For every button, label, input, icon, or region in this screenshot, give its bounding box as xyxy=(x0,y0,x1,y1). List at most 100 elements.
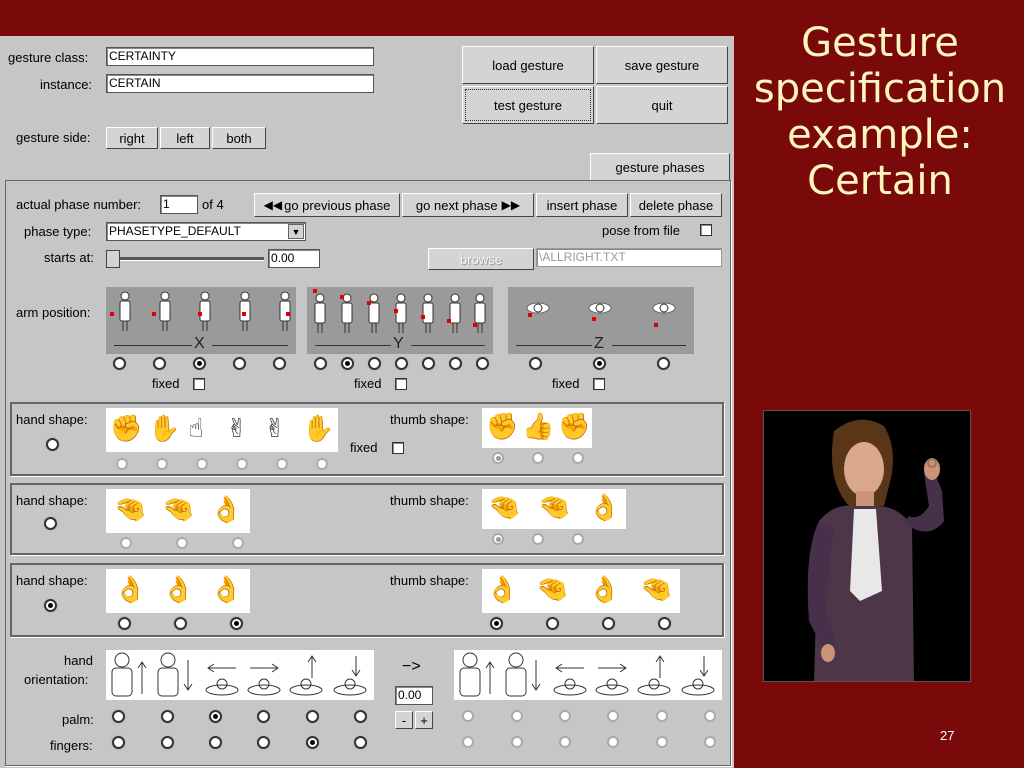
arm-y-radio[interactable] xyxy=(341,357,354,370)
arm-x-radio[interactable] xyxy=(113,357,126,370)
thumb-shape-radio[interactable] xyxy=(572,533,584,545)
arm-y-radio[interactable] xyxy=(314,357,327,370)
browse-button[interactable]: browse xyxy=(428,248,534,270)
quit-button[interactable]: quit xyxy=(596,86,728,124)
file-path-field[interactable]: \ALLRIGHT.TXT xyxy=(536,248,722,267)
fingers-target-radio[interactable] xyxy=(656,736,668,748)
thumb-shape-radio[interactable] xyxy=(490,617,503,630)
fingers-radio[interactable] xyxy=(161,736,174,749)
slider-thumb[interactable] xyxy=(106,250,120,268)
side-right-button[interactable]: right xyxy=(106,127,158,149)
hand-shape-main-radio[interactable] xyxy=(44,599,57,612)
palm-radio[interactable] xyxy=(354,710,367,723)
arm-y-radio[interactable] xyxy=(395,357,408,370)
palm-radio[interactable] xyxy=(306,710,319,723)
palm-radio[interactable] xyxy=(209,710,222,723)
tab-gesture-phases[interactable]: gesture phases xyxy=(590,153,730,181)
orientation-value-field[interactable]: 0.00 xyxy=(395,686,433,705)
arm-x-radio[interactable] xyxy=(193,357,206,370)
hand-shape-radio[interactable] xyxy=(174,617,187,630)
arm-x-radio[interactable] xyxy=(153,357,166,370)
thumb-shape-radio[interactable] xyxy=(572,452,584,464)
hand-shape-radio[interactable] xyxy=(230,617,243,630)
hand-shape-radio[interactable] xyxy=(120,537,132,549)
test-gesture-button[interactable]: test gesture xyxy=(462,86,594,124)
insert-phase-button[interactable]: insert phase xyxy=(536,193,628,217)
thumb-shape-radio[interactable] xyxy=(602,617,615,630)
palm-target-radio[interactable] xyxy=(704,710,716,722)
arm-x-fixed-checkbox[interactable] xyxy=(193,378,205,390)
thumb-shape-radio[interactable] xyxy=(532,533,544,545)
fingers-radio[interactable] xyxy=(306,736,319,749)
palm-target-radio[interactable] xyxy=(511,710,523,722)
increment-button[interactable]: + xyxy=(415,711,433,729)
decrement-button[interactable]: - xyxy=(395,711,413,729)
next-phase-button[interactable]: go next phase ▶▶ xyxy=(402,193,534,217)
side-both-button[interactable]: both xyxy=(212,127,266,149)
thumb-shape-radio[interactable] xyxy=(532,452,544,464)
arm-x-fixed-label: fixed xyxy=(152,376,180,391)
arm-y-radio[interactable] xyxy=(449,357,462,370)
gesture-class-field[interactable]: CERTAINTY xyxy=(106,47,374,66)
hand-shape-radio[interactable] xyxy=(196,458,208,470)
thumb-shape-radio[interactable] xyxy=(658,617,671,630)
pose-from-file-checkbox[interactable] xyxy=(700,224,712,236)
figure-icon xyxy=(448,293,462,336)
thumb-shape-label: thumb shape: xyxy=(390,573,469,588)
hand-shape-main-radio[interactable] xyxy=(44,517,57,530)
save-gesture-button[interactable]: save gesture xyxy=(596,46,728,84)
palm-target-radio[interactable] xyxy=(559,710,571,722)
instance-field[interactable]: CERTAIN xyxy=(106,74,374,93)
arm-y-radio[interactable] xyxy=(368,357,381,370)
hand-shape-radio[interactable] xyxy=(276,458,288,470)
hand-shape-radio[interactable] xyxy=(156,458,168,470)
axis-x-label: X xyxy=(194,335,205,352)
thumb-hand-icon: ✊ xyxy=(558,412,591,442)
phase-number-field[interactable]: 1 xyxy=(160,195,198,214)
hand-shape-radio[interactable] xyxy=(118,617,131,630)
arm-y-radio[interactable] xyxy=(476,357,489,370)
fingers-radio[interactable] xyxy=(354,736,367,749)
palm-target-radio[interactable] xyxy=(607,710,619,722)
starts-at-slider[interactable] xyxy=(106,249,266,269)
fingers-radio[interactable] xyxy=(112,736,125,749)
arm-z-fixed-checkbox[interactable] xyxy=(593,378,605,390)
hand-shape-radio[interactable] xyxy=(232,537,244,549)
arm-z-radio[interactable] xyxy=(657,357,670,370)
thumb-hand-icon: 🤏 xyxy=(536,575,569,605)
crossed-fingers-icon: ✌ xyxy=(226,414,248,444)
fingers-target-radio[interactable] xyxy=(511,736,523,748)
phase-type-select[interactable]: PHASETYPE_DEFAULT ▼ xyxy=(106,222,306,241)
fingers-target-radio[interactable] xyxy=(607,736,619,748)
starts-at-field[interactable]: 0.00 xyxy=(268,249,320,268)
arm-y-fixed-checkbox[interactable] xyxy=(395,378,407,390)
fingers-target-radio[interactable] xyxy=(704,736,716,748)
palm-target-radio[interactable] xyxy=(462,710,474,722)
hand-shape-radio[interactable] xyxy=(316,458,328,470)
arm-x-radio[interactable] xyxy=(273,357,286,370)
hand-shape-radio[interactable] xyxy=(176,537,188,549)
thumb-shape-radio[interactable] xyxy=(492,452,504,464)
fingers-target-radio[interactable] xyxy=(462,736,474,748)
arm-x-radio[interactable] xyxy=(233,357,246,370)
arm-z-radio[interactable] xyxy=(529,357,542,370)
thumb-shape-radio[interactable] xyxy=(546,617,559,630)
delete-phase-button[interactable]: delete phase xyxy=(630,193,722,217)
fingers-target-radio[interactable] xyxy=(559,736,571,748)
thumb-shape-radio[interactable] xyxy=(492,533,504,545)
hand-shape-radio[interactable] xyxy=(116,458,128,470)
side-left-button[interactable]: left xyxy=(160,127,210,149)
arm-y-radio[interactable] xyxy=(422,357,435,370)
palm-radio[interactable] xyxy=(257,710,270,723)
palm-radio[interactable] xyxy=(161,710,174,723)
hand-shape-main-radio[interactable] xyxy=(46,438,59,451)
previous-phase-button[interactable]: ◀◀ go previous phase xyxy=(254,193,400,217)
hand-fixed-checkbox[interactable] xyxy=(392,442,404,454)
fingers-radio[interactable] xyxy=(209,736,222,749)
arm-z-radio[interactable] xyxy=(593,357,606,370)
load-gesture-button[interactable]: load gesture xyxy=(462,46,594,84)
fingers-radio[interactable] xyxy=(257,736,270,749)
palm-target-radio[interactable] xyxy=(656,710,668,722)
hand-shape-radio[interactable] xyxy=(236,458,248,470)
palm-radio[interactable] xyxy=(112,710,125,723)
